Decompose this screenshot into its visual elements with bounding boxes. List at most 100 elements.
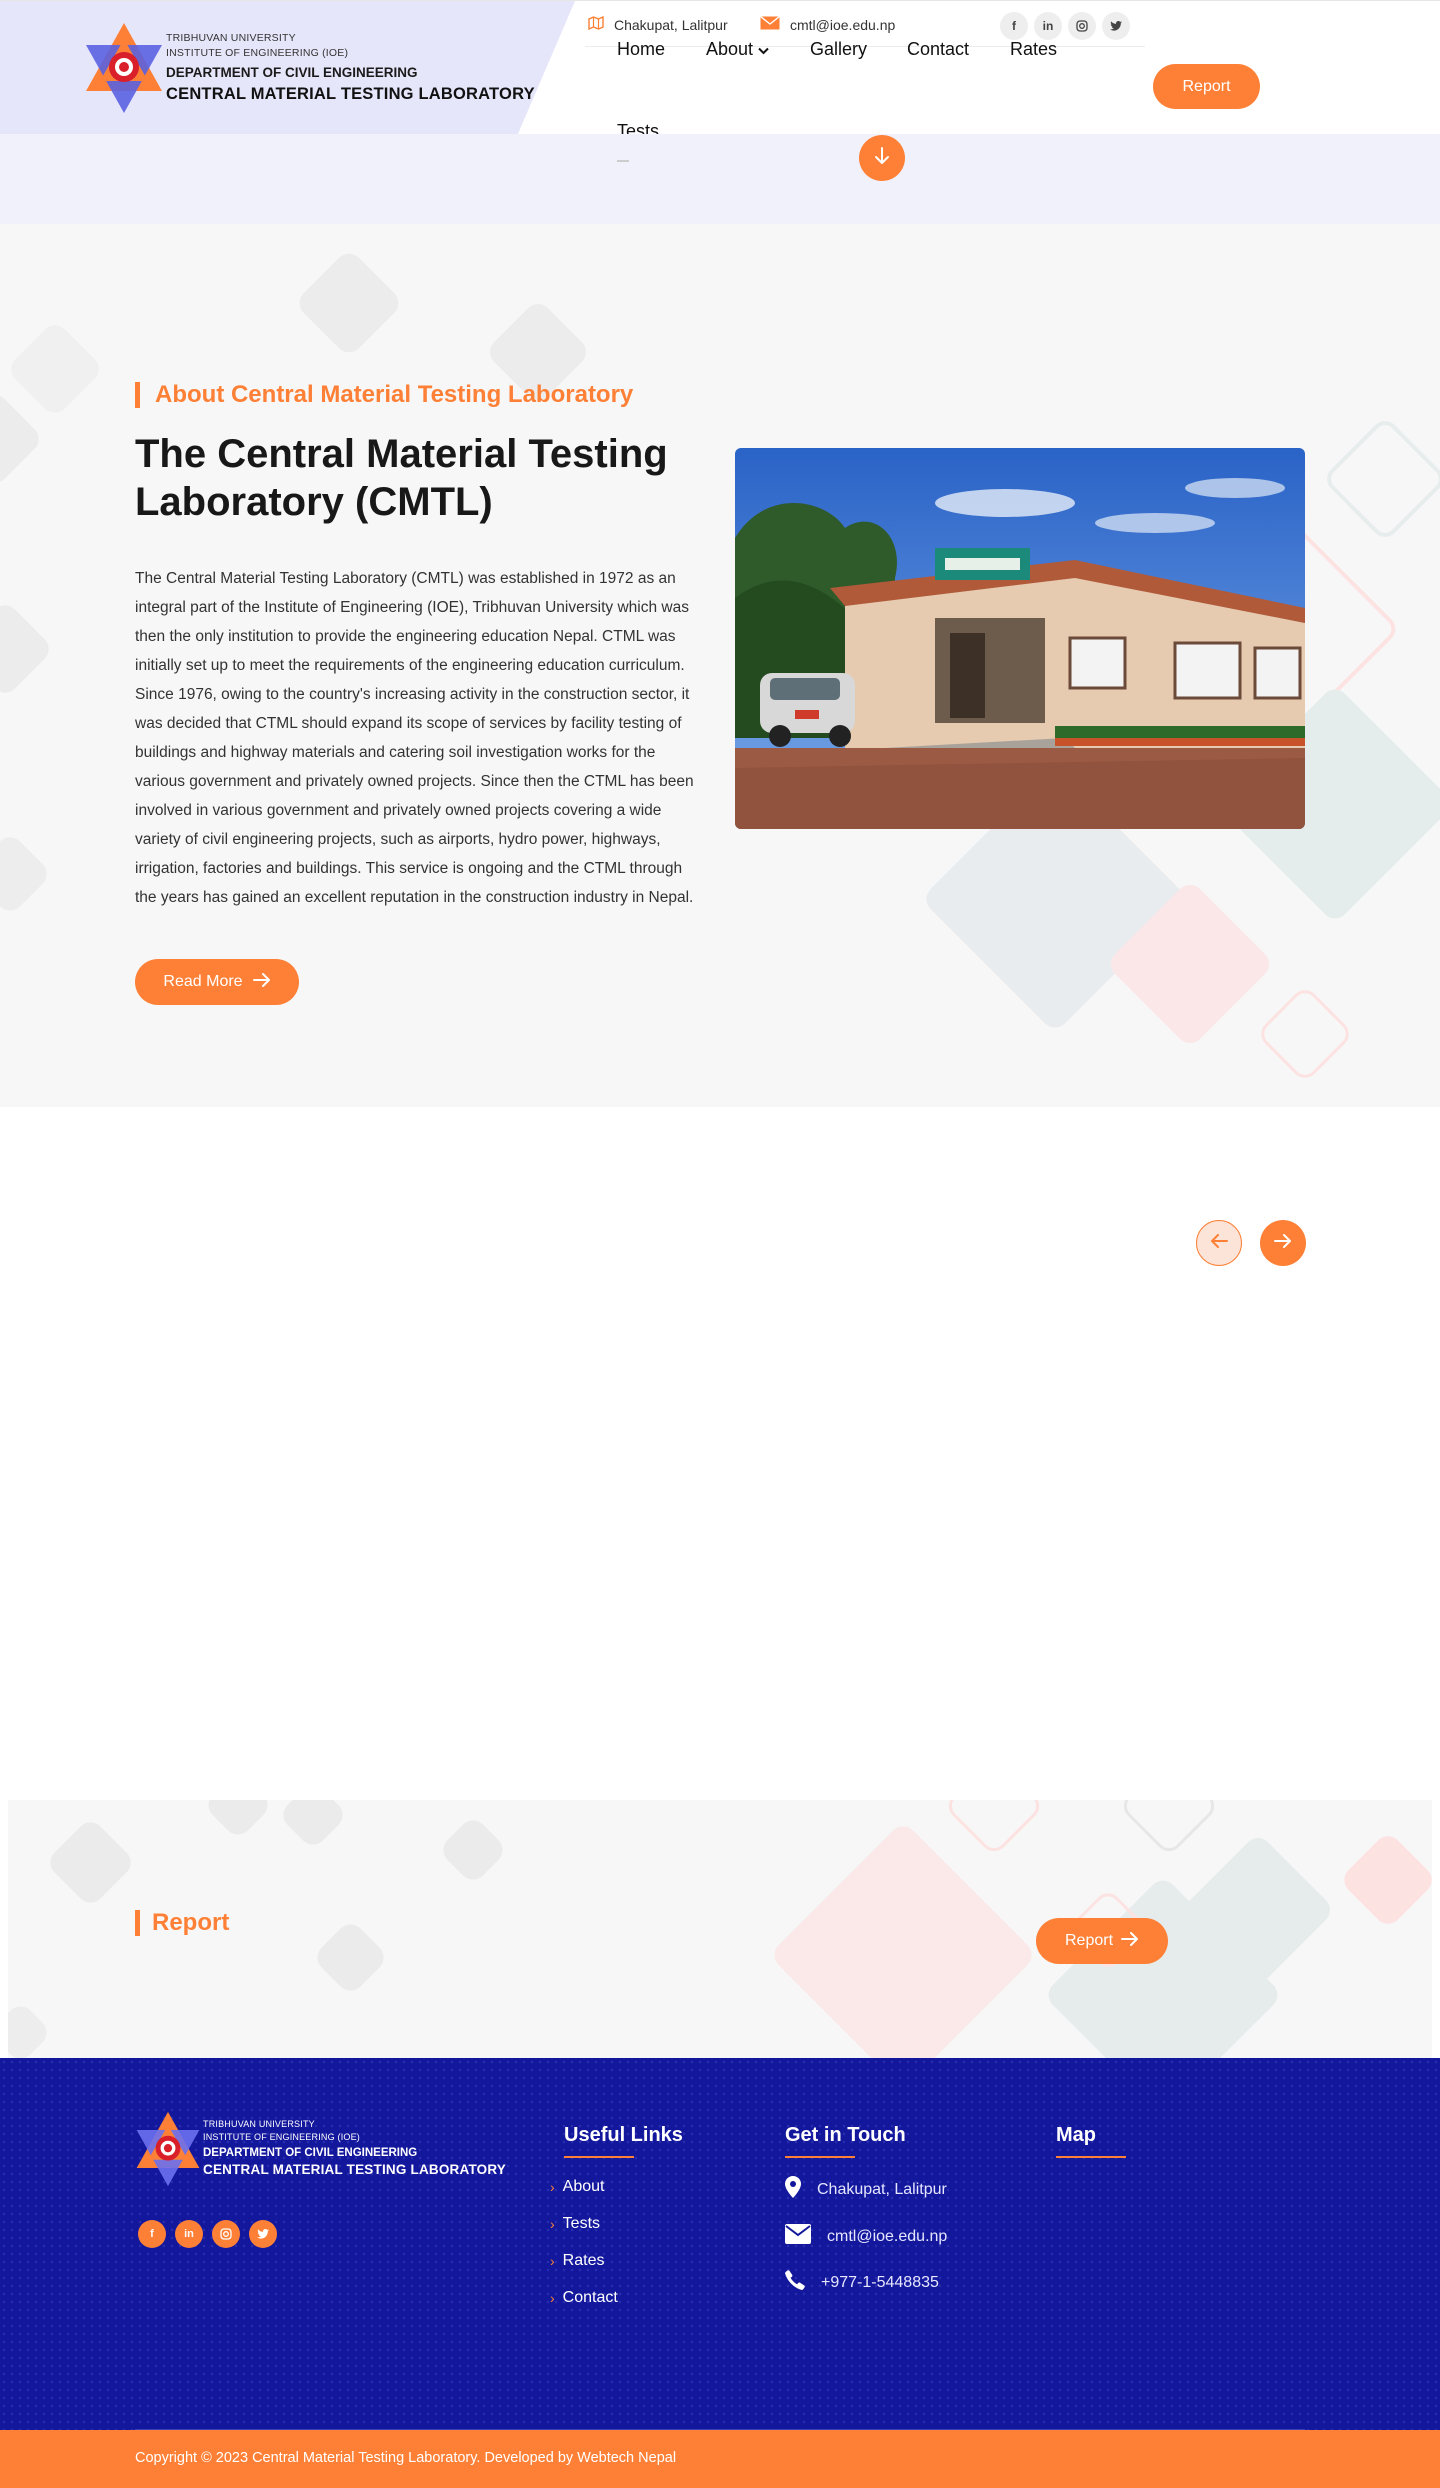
copyright-bar: Copyright © 2023 Central Material Testin… — [0, 2430, 1440, 2488]
decor-diamond — [1321, 415, 1440, 543]
footer-facebook-icon[interactable]: f — [138, 2220, 166, 2248]
decor-diamond — [1118, 1800, 1220, 1857]
decor-diamond — [768, 1820, 1038, 2058]
topbar-address: Chakupat, Lalitpur — [588, 15, 728, 33]
report-button[interactable]: Report — [1036, 1918, 1168, 1964]
nav-underline-divider — [617, 160, 629, 162]
nav-about-label: About — [706, 39, 754, 59]
header-report-button[interactable]: Report — [1153, 64, 1260, 109]
topbar-email-text: cmtl@ioe.edu.np — [790, 16, 896, 33]
site-header: TRIBHUVAN UNIVERSITY INSTITUTE OF ENGINE… — [0, 0, 1440, 141]
footer-link-rates[interactable]: › Rates — [550, 2252, 604, 2270]
report-eyebrow: Report — [135, 1910, 229, 1936]
footer-ioe-logo[interactable] — [135, 2110, 201, 2188]
instagram-icon[interactable] — [1068, 12, 1096, 40]
scroll-down-button[interactable] — [859, 135, 905, 181]
map-icon — [588, 15, 604, 33]
footer-brand-institute: INSTITUTE OF ENGINEERING (IOE) — [203, 2132, 361, 2142]
nav-home[interactable]: Home — [617, 39, 665, 60]
heading-underline — [785, 2156, 855, 2158]
useful-links-heading: Useful Links — [564, 2124, 683, 2146]
footer-link-contact[interactable]: › Contact — [550, 2289, 618, 2307]
read-more-button[interactable]: Read More — [135, 959, 299, 1005]
envelope-icon — [760, 15, 780, 33]
decor-diamond — [0, 831, 53, 917]
footer-address-text: Chakupat, Lalitpur — [817, 2180, 947, 2198]
footer-twitter-icon[interactable] — [249, 2220, 277, 2248]
arrow-left-icon — [1210, 1233, 1228, 1253]
topbar-email[interactable]: cmtl@ioe.edu.np — [760, 15, 896, 33]
footer-link-tests[interactable]: › Tests — [550, 2215, 600, 2233]
footer-email[interactable]: cmtl@ioe.edu.np — [785, 2224, 947, 2249]
decor-diamond — [943, 1800, 1045, 1857]
brand-institute: INSTITUTE OF ENGINEERING (IOE) — [166, 47, 349, 59]
ioe-logo[interactable] — [84, 21, 164, 115]
chevron-right-icon: › — [550, 2216, 555, 2232]
slider-prev-button[interactable] — [1196, 1220, 1242, 1266]
about-eyebrow: About Central Material Testing Laborator… — [135, 382, 633, 408]
cmtl-building-photo — [735, 448, 1305, 829]
decor-diamond — [0, 599, 55, 699]
about-section: About Central Material Testing Laborator… — [0, 224, 1440, 1107]
twitter-icon[interactable] — [1102, 12, 1130, 40]
brand-university: TRIBHUVAN UNIVERSITY — [166, 32, 296, 44]
footer-link-label: Tests — [562, 2215, 601, 2232]
copyright-text: Copyright © 2023 Central Material Testin… — [135, 2450, 677, 2466]
footer-brand-university: TRIBHUVAN UNIVERSITY — [203, 2119, 315, 2129]
footer-brand-department: DEPARTMENT OF CIVIL ENGINEERING — [203, 2147, 418, 2159]
chevron-right-icon: › — [550, 2179, 555, 2195]
footer-phone-text: +977-1-5448835 — [821, 2273, 939, 2291]
footer-brand-text: TRIBHUVAN UNIVERSITY INSTITUTE OF ENGINE… — [203, 2118, 506, 2179]
decor-diamond — [277, 1800, 349, 1851]
nav-about[interactable]: About — [706, 39, 769, 60]
decor-diamond — [5, 319, 105, 419]
footer-link-label: Rates — [562, 2252, 605, 2269]
about-title: The Central Material Testing Laboratory … — [135, 432, 668, 524]
chevron-right-icon: › — [550, 2290, 555, 2306]
footer-link-label: Contact — [562, 2289, 618, 2306]
about-description: The Central Material Testing Laboratory … — [135, 570, 694, 906]
decor-diamond — [293, 247, 405, 359]
nav-gallery[interactable]: Gallery — [810, 39, 867, 60]
arrow-right-icon — [1274, 1233, 1292, 1253]
location-pin-icon — [785, 2176, 801, 2203]
chevron-down-icon — [758, 39, 769, 60]
footer-phone[interactable]: +977-1-5448835 — [785, 2270, 939, 2295]
arrow-right-icon — [252, 972, 271, 992]
facebook-icon[interactable]: f — [1000, 12, 1028, 40]
nav-contact[interactable]: Contact — [907, 39, 969, 60]
report-button-label: Report — [1064, 1932, 1114, 1949]
footer-link-label: About — [562, 2178, 605, 2195]
read-more-label: Read More — [163, 973, 243, 990]
footer-link-about[interactable]: › About — [550, 2178, 604, 2196]
footer-address: Chakupat, Lalitpur — [785, 2176, 947, 2203]
decor-diamond — [311, 1918, 390, 1997]
decor-diamond — [1255, 984, 1355, 1084]
footer-linkedin-icon[interactable]: in — [175, 2220, 203, 2248]
phone-icon — [785, 2270, 805, 2295]
decor-diamond — [437, 1814, 509, 1886]
map-heading: Map — [1056, 2124, 1096, 2146]
envelope-icon — [785, 2224, 811, 2249]
linkedin-icon[interactable]: in — [1034, 12, 1062, 40]
hero-strip — [0, 134, 1440, 224]
heading-underline — [1056, 2156, 1126, 2158]
slider-next-button[interactable] — [1260, 1220, 1306, 1266]
decor-diamond — [202, 1800, 274, 1841]
footer-instagram-icon[interactable] — [212, 2220, 240, 2248]
decor-diamond — [0, 389, 45, 489]
decor-diamond — [44, 1816, 137, 1909]
arrow-down-icon — [874, 146, 890, 170]
chevron-right-icon: › — [550, 2253, 555, 2269]
footer-email-text: cmtl@ioe.edu.np — [827, 2227, 948, 2245]
get-in-touch-heading: Get in Touch — [785, 2124, 906, 2146]
brand-lab-name: CENTRAL MATERIAL TESTING LABORATORY — [166, 85, 535, 103]
nav-rates[interactable]: Rates — [1010, 39, 1057, 60]
heading-underline — [564, 2156, 634, 2158]
brand-department: DEPARTMENT OF CIVIL ENGINEERING — [166, 65, 418, 80]
brand-text: TRIBHUVAN UNIVERSITY INSTITUTE OF ENGINE… — [166, 31, 535, 105]
topbar-address-text: Chakupat, Lalitpur — [614, 16, 728, 33]
footer-brand-lab-name: CENTRAL MATERIAL TESTING LABORATORY — [203, 2162, 506, 2177]
report-section: Report Report — [8, 1800, 1432, 2058]
site-footer: TRIBHUVAN UNIVERSITY INSTITUTE OF ENGINE… — [0, 2058, 1440, 2430]
